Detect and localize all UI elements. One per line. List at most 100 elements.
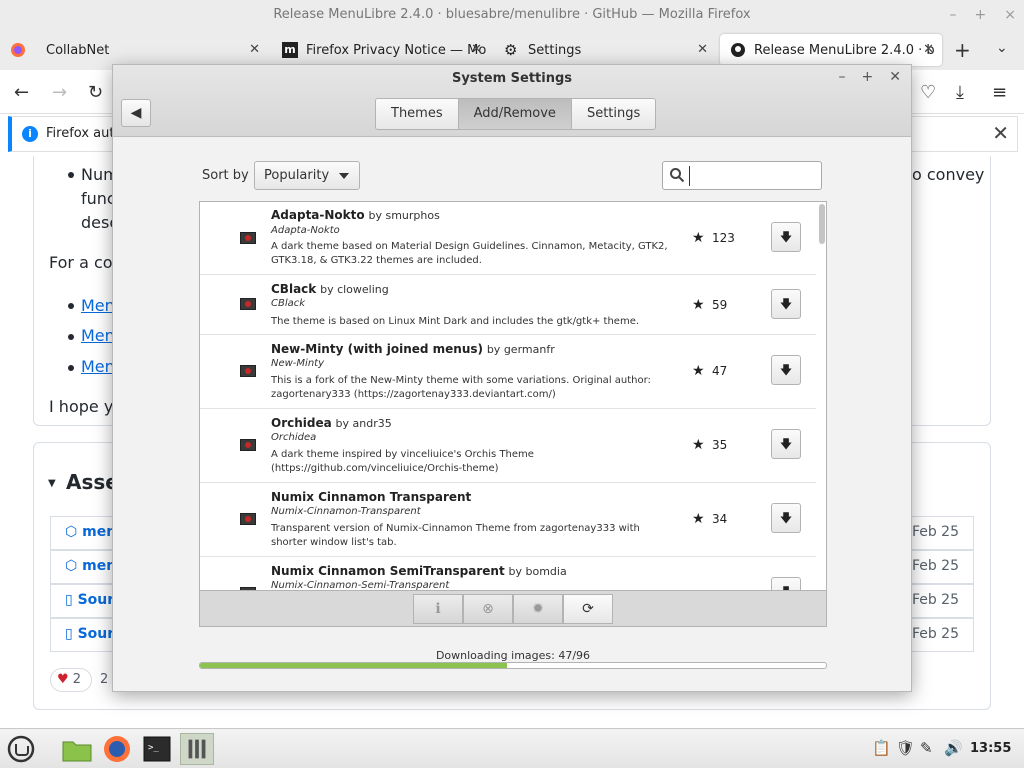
- tab-add-remove[interactable]: Add/Remove: [458, 99, 572, 129]
- shield-icon[interactable]: 🛡: [896, 739, 915, 757]
- download-button[interactable]: 🡇: [771, 355, 801, 385]
- reload-icon[interactable]: ↻: [88, 82, 103, 103]
- theme-thumbnail: [240, 298, 256, 310]
- mint-menu-icon[interactable]: [4, 733, 38, 765]
- theme-author: by bomdia: [508, 565, 567, 578]
- theme-id: Orchidea: [271, 432, 317, 443]
- new-tab-icon[interactable]: +: [954, 38, 971, 62]
- progress-label: Downloading images: 47/96: [435, 649, 591, 662]
- close-icon[interactable]: ×: [1004, 7, 1016, 23]
- window-titlebar: Release MenuLibre 2.4.0 · bluesabre/menu…: [0, 0, 1024, 30]
- triangle-down-icon[interactable]: ▼: [48, 478, 56, 489]
- pocket-icon[interactable]: ♡: [920, 82, 936, 103]
- list-item[interactable]: Numix Cinnamon Transparent Numix-Cinnamo…: [200, 483, 816, 557]
- list-item[interactable]: Numix Cinnamon SemiTransparent by bomdia…: [200, 557, 816, 590]
- list-item[interactable]: Orchidea by andr35 Orchidea A dark theme…: [200, 409, 816, 483]
- list-item[interactable]: New-Minty (with joined menus) by germanf…: [200, 335, 816, 409]
- download-button[interactable]: 🡇: [771, 222, 801, 252]
- download-button[interactable]: 🡇: [771, 503, 801, 533]
- search-field[interactable]: [662, 161, 822, 190]
- scrollbar-thumb[interactable]: [819, 204, 825, 244]
- configure-button[interactable]: ✹: [513, 594, 563, 624]
- clock[interactable]: 13:55: [970, 741, 1011, 756]
- window-controls: – + ×: [950, 0, 1016, 30]
- dialog-title: System Settings: [451, 71, 573, 86]
- download-button[interactable]: 🡇: [771, 577, 801, 590]
- settings-mixer-icon[interactable]: [180, 733, 214, 765]
- info-icon: ℹ: [435, 601, 441, 617]
- theme-score: 35: [712, 438, 728, 452]
- theme-name: Numix Cinnamon SemiTransparent: [271, 564, 505, 578]
- heart-icon: ♥: [57, 672, 69, 687]
- arrow-down-icon: 🡇: [779, 437, 793, 451]
- theme-author: by smurphos: [368, 209, 440, 222]
- close-tab-icon[interactable]: ✕: [471, 42, 482, 57]
- bullet: [68, 365, 74, 371]
- dialog-header: System Settings – + ✕ ◀ Themes Add/Remov…: [113, 65, 911, 137]
- release-link[interactable]: Men: [81, 326, 115, 345]
- minimize-icon[interactable]: –: [839, 69, 846, 85]
- firefox-icon: [11, 43, 25, 57]
- tab-settings[interactable]: Settings: [571, 99, 656, 129]
- asset-date: Feb 25: [911, 558, 959, 574]
- theme-score: 34: [712, 512, 728, 526]
- terminal-icon[interactable]: >_: [140, 733, 174, 765]
- list-item[interactable]: CBlack by cloweling CBlack The theme is …: [200, 275, 816, 335]
- minimize-icon[interactable]: –: [950, 7, 957, 23]
- list-item[interactable]: Adapta-Nokto by smurphos Adapta-Nokto A …: [200, 202, 816, 275]
- volume-icon[interactable]: 🔊: [944, 739, 963, 757]
- firefox-icon[interactable]: [100, 733, 134, 765]
- close-notification-icon[interactable]: ✕: [992, 121, 1009, 145]
- back-button[interactable]: ◀: [121, 99, 151, 127]
- theme-list: Adapta-Nokto by smurphos Adapta-Nokto A …: [199, 201, 827, 591]
- sort-by-dropdown[interactable]: Popularity: [254, 161, 360, 190]
- close-icon[interactable]: ✕: [889, 69, 901, 85]
- network-icon[interactable]: ✎: [920, 739, 933, 757]
- chevron-down-icon[interactable]: ⌄: [996, 40, 1008, 56]
- body-text: o convey: [912, 165, 985, 184]
- refresh-button[interactable]: ⟳: [563, 594, 613, 624]
- star-icon: ★: [692, 437, 705, 453]
- hamburger-menu-icon[interactable]: ≡: [992, 82, 1007, 103]
- tab-themes[interactable]: Themes: [376, 99, 459, 129]
- tab-settings[interactable]: ⚙ Settings ✕: [494, 34, 716, 66]
- download-icon[interactable]: ⤓: [956, 82, 964, 103]
- release-link[interactable]: Men: [81, 296, 115, 315]
- maximize-icon[interactable]: +: [975, 7, 987, 23]
- arrow-down-icon: 🡇: [779, 511, 793, 525]
- heart-reaction[interactable]: ♥ 2: [50, 668, 92, 692]
- download-button[interactable]: 🡇: [771, 429, 801, 459]
- tab-label: Release MenuLibre 2.4.0 · b: [754, 42, 935, 58]
- theme-description: Transparent version of Numix-Cinnamon Th…: [271, 523, 640, 548]
- theme-author: by germanfr: [486, 343, 555, 356]
- theme-score: 59: [712, 298, 728, 312]
- remove-icon: ⊗: [482, 601, 494, 617]
- close-tab-icon[interactable]: ✕: [697, 42, 708, 57]
- asset-name: ▯ Sour: [65, 626, 115, 642]
- download-button[interactable]: 🡇: [771, 289, 801, 319]
- asset-date: Feb 25: [911, 592, 959, 608]
- assets-heading: Asse: [66, 470, 119, 494]
- remove-button[interactable]: ⊗: [463, 594, 513, 624]
- theme-thumbnail: [240, 365, 256, 377]
- info-button[interactable]: ℹ: [413, 594, 463, 624]
- forward-arrow-icon[interactable]: →: [52, 82, 67, 103]
- tab-privacy-notice[interactable]: m Firefox Privacy Notice — Mo ✕: [272, 34, 490, 66]
- search-input[interactable]: [689, 166, 815, 186]
- clipboard-icon[interactable]: 📋: [872, 739, 891, 757]
- tab-label: CollabNet: [46, 42, 110, 58]
- close-tab-icon[interactable]: ✕: [249, 42, 260, 57]
- mozilla-icon: m: [282, 42, 298, 58]
- folder-icon[interactable]: [60, 733, 94, 765]
- tab-collabnet[interactable]: CollabNet ✕: [0, 34, 268, 66]
- back-arrow-icon[interactable]: ←: [14, 82, 29, 103]
- tab-release-menulibre[interactable]: Release MenuLibre 2.4.0 · b ✕: [720, 34, 942, 66]
- bullet: [68, 303, 74, 309]
- close-tab-icon[interactable]: ✕: [923, 42, 934, 57]
- release-link[interactable]: Men: [81, 357, 115, 376]
- github-icon: [731, 43, 745, 57]
- info-icon: i: [22, 126, 38, 142]
- asset-name: ▯ Sour: [65, 592, 115, 608]
- maximize-icon[interactable]: +: [862, 69, 874, 85]
- theme-name: Orchidea: [271, 416, 332, 430]
